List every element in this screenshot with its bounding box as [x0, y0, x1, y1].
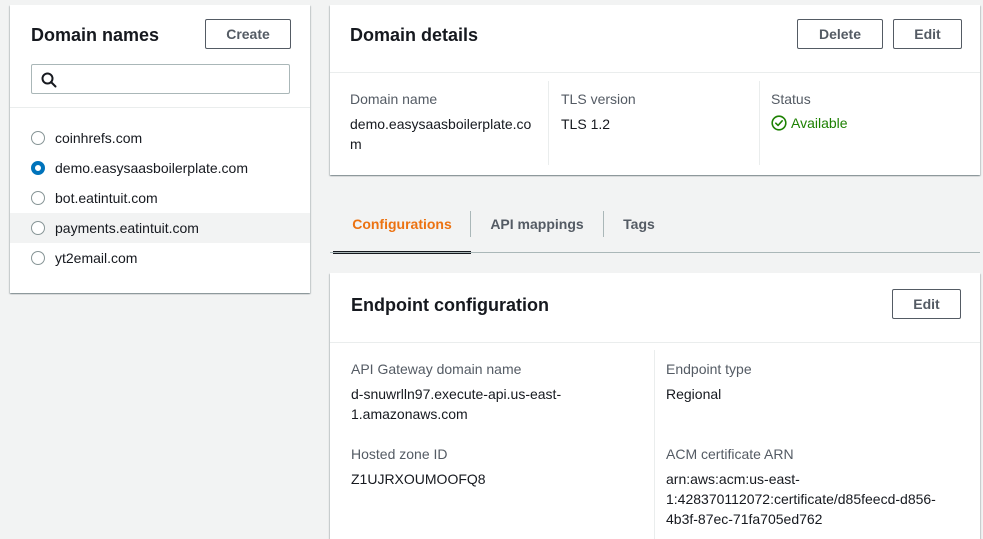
divider [330, 72, 980, 73]
acm-certificate-arn-value-line3: 4b3f-87ec-71fa705ed762 [666, 511, 823, 527]
tabs-baseline [330, 252, 980, 253]
domain-label: coinhrefs.com [55, 130, 143, 146]
endpoint-type-value: Regional [666, 386, 722, 402]
endpoint-configuration-title: Endpoint configuration [351, 295, 549, 315]
tls-version-label: TLS version [561, 91, 636, 107]
tab-configurations[interactable]: Configurations [333, 195, 471, 253]
domain-list-item-selected[interactable]: demo.easysaasboilerplate.com [10, 153, 310, 183]
domain-list: coinhrefs.com demo.easysaasboilerplate.c… [10, 123, 310, 273]
status-badge: Available [771, 115, 848, 131]
endpoint-configuration-panel: Endpoint configuration Edit API Gateway … [330, 273, 980, 539]
hosted-zone-id-value: Z1UJRXOUMOOFQ8 [351, 471, 486, 487]
radio-button[interactable] [31, 191, 45, 205]
divider [330, 342, 980, 343]
tab-bar: Configurations API mappings Tags [330, 195, 980, 254]
edit-domain-button[interactable]: Edit [893, 19, 962, 49]
radio-button[interactable] [31, 221, 45, 235]
radio-button-selected[interactable] [31, 161, 45, 175]
domain-label: payments.eatintuit.com [55, 220, 199, 236]
acm-certificate-arn-label: ACM certificate ARN [666, 446, 794, 462]
domain-name-value-line1: demo.easysaasboilerplate.co [350, 116, 532, 132]
domain-list-item[interactable]: coinhrefs.com [10, 123, 310, 153]
status-value: Available [791, 115, 848, 131]
tab-api-mappings[interactable]: API mappings [471, 195, 603, 253]
hosted-zone-id-label: Hosted zone ID [351, 446, 448, 462]
create-button[interactable]: Create [205, 19, 291, 49]
tls-version-value: TLS 1.2 [561, 116, 611, 132]
acm-certificate-arn-value-line1: arn:aws:acm:us-east- [666, 471, 800, 487]
domain-list-item[interactable]: payments.eatintuit.com [10, 213, 310, 243]
divider [759, 81, 760, 165]
domain-search-field[interactable] [31, 64, 290, 94]
domain-name-value-line2: m [350, 136, 362, 152]
domain-list-item[interactable]: bot.eatintuit.com [10, 183, 310, 213]
domain-details-panel: Domain details Delete Edit Domain name d… [330, 5, 980, 175]
status-label: Status [771, 91, 811, 107]
tab-tags[interactable]: Tags [604, 195, 674, 253]
divider [10, 107, 310, 108]
search-input[interactable] [64, 69, 284, 89]
domain-label: yt2email.com [55, 250, 138, 266]
domain-label: demo.easysaasboilerplate.com [55, 160, 248, 176]
api-gateway-domain-label: API Gateway domain name [351, 361, 522, 377]
domain-names-panel: Domain names Create coinhrefs.com demo.e… [10, 5, 310, 293]
api-gateway-domain-value-line2: 1.amazonaws.com [351, 406, 468, 422]
domain-name-label: Domain name [350, 91, 438, 107]
domain-details-title: Domain details [350, 25, 479, 45]
domain-list-item[interactable]: yt2email.com [10, 243, 310, 273]
divider [654, 350, 655, 539]
edit-endpoint-button[interactable]: Edit [892, 289, 961, 319]
search-icon [41, 72, 57, 88]
endpoint-type-label: Endpoint type [666, 361, 752, 377]
check-circle-icon [771, 115, 787, 131]
domain-names-title: Domain names [31, 25, 160, 45]
acm-certificate-arn-value-line2: 1:428370112072:certificate/d85feecd-d856… [666, 491, 936, 507]
delete-button[interactable]: Delete [797, 19, 883, 49]
radio-button[interactable] [31, 131, 45, 145]
domain-label: bot.eatintuit.com [55, 190, 158, 206]
radio-button[interactable] [31, 251, 45, 265]
divider [548, 81, 549, 165]
api-gateway-domain-value-line1: d-snuwrlln97.execute-api.us-east- [351, 386, 562, 402]
